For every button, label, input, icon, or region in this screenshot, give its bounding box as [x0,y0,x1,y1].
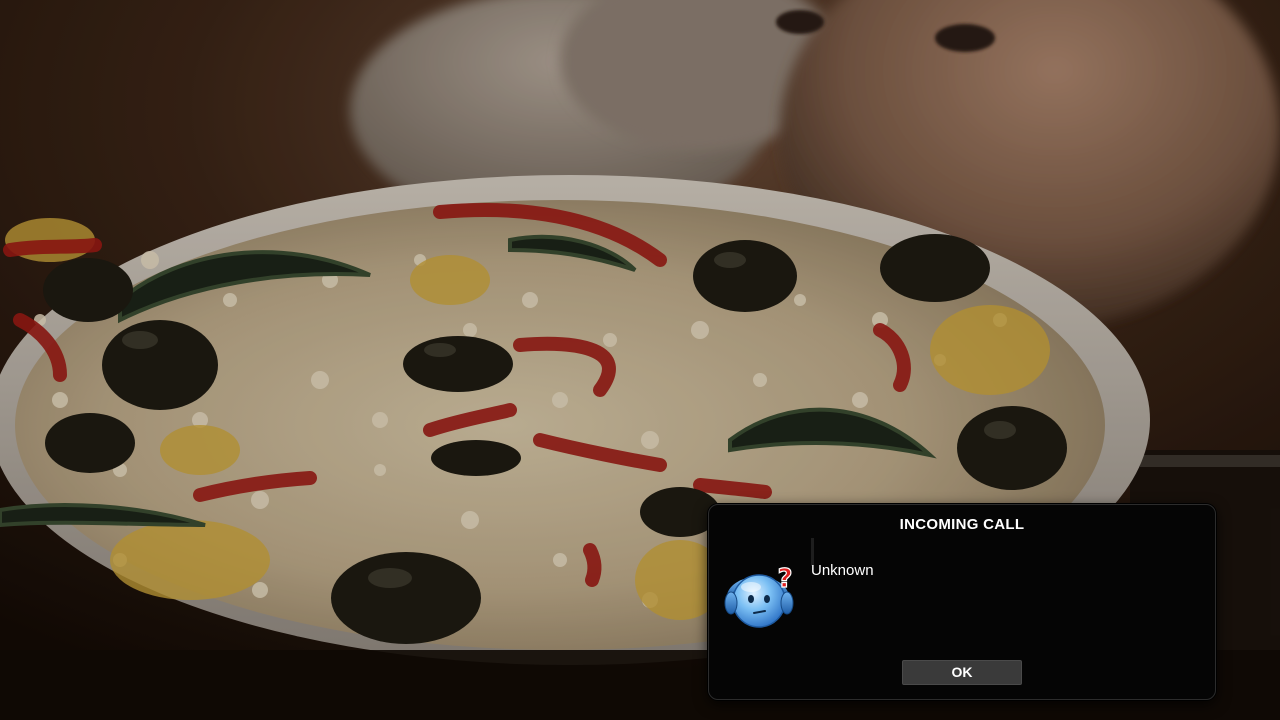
dialog-title: INCOMING CALL [899,516,1025,533]
svg-text:?: ? [777,564,792,594]
video-player-screen: INCOMING CALL ? Unknown OK [0,0,1280,720]
ok-button[interactable]: OK [902,660,1022,685]
caller-name: Unknown [811,562,874,579]
unknown-caller-icon: ? [724,563,794,628]
incoming-call-dialog: INCOMING CALL ? Unknown OK [708,504,1216,700]
